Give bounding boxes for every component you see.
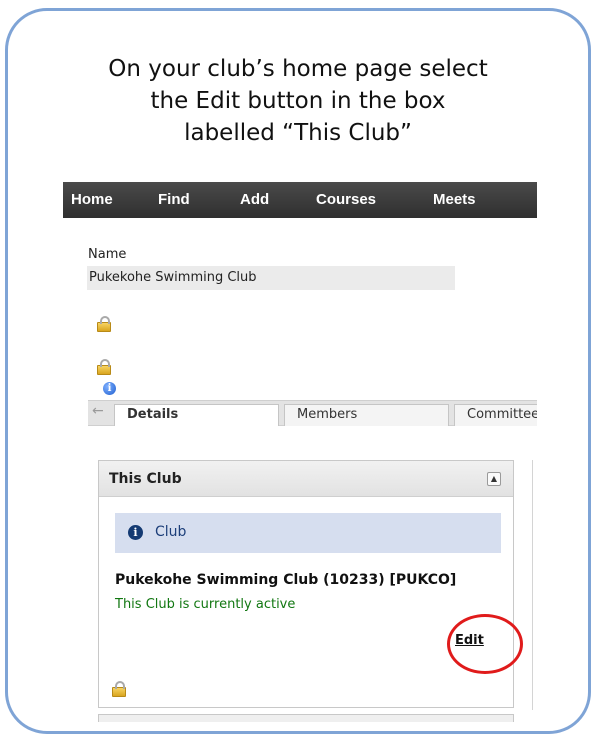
edit-highlight-circle: [447, 614, 523, 674]
name-label: Name: [88, 247, 127, 262]
instruction-line-2: the Edit button in the box: [150, 88, 446, 114]
name-field[interactable]: Pukekohe Swimming Club: [87, 266, 455, 290]
info-icon: i: [128, 525, 143, 540]
back-arrow-icon[interactable]: ←: [92, 403, 104, 419]
panel-title: This Club: [109, 471, 182, 487]
lock-icon: [112, 681, 126, 697]
this-club-panel: This Club ▲ i Club Pukekohe Swimming Clu…: [98, 460, 514, 708]
panel-header: This Club ▲: [99, 461, 513, 497]
tab-committee[interactable]: Committee: [454, 404, 537, 426]
lock-icon: [97, 316, 111, 332]
tab-members[interactable]: Members: [284, 404, 449, 426]
collapse-icon[interactable]: ▲: [487, 472, 501, 486]
club-name-heading: Pukekohe Swimming Club (10233) [PUKCO]: [115, 572, 457, 588]
nav-home[interactable]: Home: [71, 191, 113, 208]
nav-find[interactable]: Find: [158, 191, 190, 208]
next-panel-header: [98, 714, 514, 722]
tab-bar: ← Details Members Committee: [88, 400, 537, 426]
nav-add[interactable]: Add: [240, 191, 269, 208]
club-info-box: i Club: [115, 513, 501, 553]
column-divider: [532, 460, 533, 710]
tab-details[interactable]: Details: [114, 404, 279, 426]
instruction-line-3: labelled “This Club”: [184, 120, 412, 146]
lock-icon: [97, 359, 111, 375]
nav-courses[interactable]: Courses: [316, 191, 376, 208]
info-box-label: Club: [155, 524, 187, 540]
instruction-line-1: On your club’s home page select: [108, 56, 488, 82]
top-navbar: Home Find Add Courses Meets: [63, 182, 537, 218]
nav-meets[interactable]: Meets: [433, 191, 476, 208]
info-icon: i: [103, 382, 116, 395]
instruction-text: On your club’s home page select the Edit…: [8, 53, 588, 149]
club-status-text: This Club is currently active: [115, 597, 296, 612]
